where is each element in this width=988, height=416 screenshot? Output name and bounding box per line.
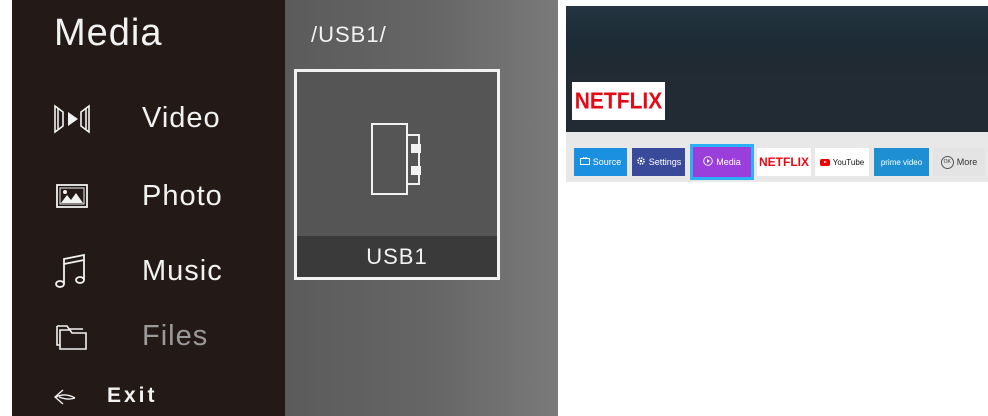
play-circle-icon [703, 156, 713, 168]
sidebar-title: Media [54, 12, 163, 54]
menu-item-video[interactable]: Video [12, 90, 285, 150]
app-label: YouTube [832, 157, 865, 167]
files-icon [52, 316, 92, 356]
menu-item-photo[interactable]: Photo [12, 168, 285, 228]
app-label: NETFLIX [759, 155, 809, 169]
menu-item-label: Video [142, 102, 221, 134]
menu-item-label: Photo [142, 180, 223, 212]
app-label: Media [716, 157, 741, 167]
menu-item-music[interactable]: Music [12, 243, 285, 303]
exit-button[interactable]: Exit [12, 378, 285, 416]
tv-home-screen: NETFLIX Source Settings Media NETFLIX Yo… [566, 6, 988, 182]
media-sidebar: Media Video Photo Music Files Exit [12, 0, 285, 416]
app-tile-settings[interactable]: Settings [632, 148, 685, 176]
app-bar: Source Settings Media NETFLIX YouTube pr… [566, 132, 988, 182]
media-player-panel: Media Video Photo Music Files Exit /USB1… [0, 0, 558, 416]
app-label: prime video [880, 157, 923, 167]
photo-icon [52, 176, 92, 216]
source-icon [579, 156, 590, 168]
menu-item-label: Music [142, 255, 223, 287]
usb-drive-tile[interactable]: USB1 [294, 69, 500, 280]
app-label: More [956, 157, 978, 167]
music-icon [52, 251, 92, 291]
menu-item-files[interactable]: Files [12, 308, 285, 368]
gear-icon [636, 156, 646, 168]
app-tile-youtube[interactable]: YouTube [815, 148, 869, 176]
exit-arrow-icon [53, 388, 76, 406]
ok-icon: OK [940, 155, 954, 169]
app-tile-prime-video[interactable]: prime video [874, 148, 929, 176]
usb-drive-icon [370, 122, 426, 197]
usb-label-bar: USB1 [297, 236, 497, 277]
app-label: Settings [648, 157, 682, 167]
youtube-icon [819, 158, 830, 166]
hero-banner [566, 6, 988, 74]
file-browser: /USB1/ USB1 [285, 0, 558, 416]
featured-netflix-tile[interactable]: NETFLIX [572, 82, 665, 120]
menu-item-label: Files [142, 320, 209, 352]
app-label: Source [592, 157, 622, 167]
video-icon [52, 98, 92, 138]
exit-label: Exit [107, 384, 158, 407]
netflix-logo: NETFLIX [574, 88, 663, 115]
current-path: /USB1/ [311, 22, 387, 47]
app-tile-media[interactable]: Media [690, 144, 754, 180]
app-tile-source[interactable]: Source [574, 148, 627, 176]
usb-label: USB1 [366, 244, 428, 269]
app-tile-netflix[interactable]: NETFLIX [757, 148, 811, 176]
app-tile-more[interactable]: OK More [933, 148, 985, 176]
